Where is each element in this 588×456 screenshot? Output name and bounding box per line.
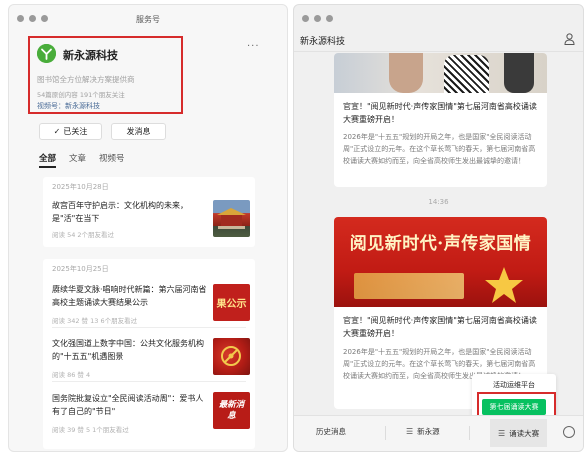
contest-highlight (477, 392, 556, 417)
menu-hamburger-icon: ☰ (498, 428, 506, 438)
screenshot-frame: 服务号 新永源科技 图书馆全方位解决方案提供商 54篇原创内容 191个朋友关注… (0, 0, 588, 456)
more-options-icon[interactable]: ··· (247, 41, 260, 52)
group-date: 2025年10月28日 (52, 183, 109, 191)
article-title[interactable]: 文化强国道上数字中国：公共文化服务机构的"十五五"机遇图景 (52, 337, 207, 363)
menu-history[interactable]: 历史消息 (316, 426, 346, 437)
article-meta: 阅读 86 赞 4 (52, 371, 91, 379)
menu-hamburger-icon: ☰ (406, 427, 414, 436)
account-profile-window: 服务号 新永源科技 图书馆全方位解决方案提供商 54篇原创内容 191个朋友关注… (8, 4, 288, 452)
account-stats: 54篇原创内容 191个朋友关注 (37, 91, 125, 99)
message-title: 官宣！"阅见新时代·声传家国情"第七届河南省高校诵读大赛重磅开启！ (343, 316, 537, 338)
article-thumbnail[interactable] (213, 200, 250, 237)
menu-xinyongyuan[interactable]: ☰ 新永源 (406, 426, 440, 437)
article-meta: 阅读 39 赞 5 1个朋友看过 (52, 426, 129, 434)
emoji-icon[interactable] (563, 426, 575, 438)
divider (294, 51, 583, 52)
profile-icon[interactable] (564, 33, 575, 45)
message-title: 官宣！"阅见新时代·声传家国情"第七届河南省高校诵读大赛重磅开启！ (343, 102, 537, 124)
content-tabs: 全部 文章 视频号 (39, 152, 125, 168)
checkmark-icon: ✓ (53, 127, 61, 136)
chat-title: 新永源科技 (300, 37, 346, 47)
article-meta: 阅读 54 2个朋友看过 (52, 231, 115, 239)
divider (469, 426, 470, 440)
tab-articles[interactable]: 文章 (69, 152, 86, 164)
time-divider: 14:36 (428, 198, 449, 206)
article-title[interactable]: 故宫百年守护启示：文化机构的未来，是"活"在当下 (52, 199, 207, 225)
cover-headline: 阅见新时代·声传家国情 (349, 234, 532, 254)
message-summary: 2026年是"十五五"规划的开局之年，也是国家"全民阅读活动周"正式设立的元年。… (343, 133, 536, 165)
palace-image (217, 208, 246, 229)
account-description: 图书馆全方位解决方案提供商 (37, 75, 135, 84)
message-cover-image[interactable] (334, 53, 547, 93)
close-window-icon[interactable] (302, 15, 309, 22)
maximize-window-icon[interactable] (326, 15, 333, 22)
thumbnail-caption: 果公示 (216, 299, 247, 310)
thumbnail-caption: 最新消息 (218, 399, 245, 421)
tab-video[interactable]: 视频号 (99, 152, 125, 164)
chat-window: 新永源科技 官宣！"阅见新时代·声传家国情"第七届河南省高校诵读大赛重磅开启！ … (293, 4, 584, 452)
window-title: 服务号 (136, 15, 160, 24)
divider (52, 381, 246, 382)
article-title[interactable]: 赓续华夏文脉·唱响时代新篇：第六届河南省高校主题诵读大赛结果公示 (52, 283, 207, 309)
cover-person (504, 53, 534, 93)
send-message-button[interactable]: 发消息 (111, 123, 166, 140)
cover-person (444, 55, 489, 93)
party-emblem-icon (221, 346, 241, 366)
account-info-highlight: 新永源科技 图书馆全方位解决方案提供商 54篇原创内容 191个朋友关注 视频号… (28, 36, 183, 114)
menu-contest[interactable]: ☰ 诵读大赛 (490, 419, 548, 447)
article-title[interactable]: 国务院批复设立"全民阅读活动周"：爱书人有了自己的"节日" (52, 392, 207, 418)
divider (52, 327, 246, 328)
article-meta: 阅读 342 赞 13 6个朋友看过 (52, 317, 138, 325)
star-emblem (484, 265, 524, 305)
group-date: 2025年10月25日 (52, 265, 109, 273)
video-channel-link[interactable]: 视频号：新永源科技 (37, 101, 100, 111)
cover-building (354, 273, 464, 299)
article-group-card: 2025年10月25日 赓续华夏文脉·唱响时代新篇：第六届河南省高校主题诵读大赛… (43, 259, 255, 449)
menu-label: 历史消息 (316, 427, 346, 436)
menu-item-ops-platform[interactable]: 活动运维平台 (472, 380, 556, 390)
account-logo-icon (37, 44, 56, 63)
followed-label: 已关注 (63, 127, 88, 136)
account-name: 新永源科技 (63, 49, 118, 62)
menu-label: 诵读大赛 (509, 428, 540, 438)
article-group-card: 2025年10月28日 故宫百年守护启示：文化机构的未来，是"活"在当下 阅读 … (43, 177, 255, 247)
article-thumbnail[interactable]: 果公示 (213, 284, 250, 321)
menu-label: 新永源 (417, 427, 440, 436)
divider (385, 426, 386, 440)
article-message-card[interactable]: 官宣！"阅见新时代·声传家国情"第七届河南省高校诵读大赛重磅开启！ 2026年是… (334, 53, 547, 187)
minimize-window-icon[interactable] (314, 15, 321, 22)
followed-button[interactable]: ✓ 已关注 (39, 123, 102, 140)
tab-all[interactable]: 全部 (39, 152, 57, 168)
bottom-menu-bar: 历史消息 ☰ 新永源 ☰ 诵读大赛 (294, 415, 583, 451)
cover-person (389, 53, 423, 93)
message-cover-image[interactable]: 阅见新时代·声传家国情 (334, 217, 547, 307)
window-controls (302, 15, 333, 22)
article-thumbnail[interactable]: 最新消息 (213, 392, 250, 429)
article-thumbnail[interactable] (213, 338, 250, 375)
